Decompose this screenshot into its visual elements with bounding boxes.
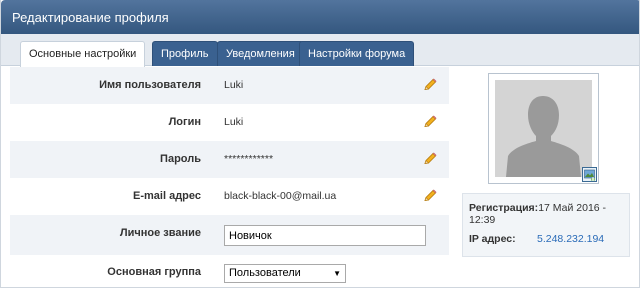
default-avatar-silhouette-icon bbox=[495, 80, 592, 177]
panel-title: Редактирование профиля bbox=[12, 10, 169, 25]
tab-profile[interactable]: Профиль bbox=[152, 41, 218, 66]
field-row-group: Основная группа Пользователи ▼ bbox=[10, 256, 449, 287]
field-label: E-mail адрес bbox=[133, 190, 201, 202]
tab-notifications[interactable]: Уведомления bbox=[217, 41, 304, 66]
tab-bar: Основные настройки Профиль Уведомления Н… bbox=[1, 34, 639, 67]
profile-editor-panel: Редактирование профиля Основные настройк… bbox=[0, 0, 640, 288]
field-row-rank: Личное звание bbox=[10, 215, 449, 255]
group-select[interactable]: Пользователи ▼ bbox=[224, 264, 346, 283]
avatar-frame bbox=[488, 73, 599, 184]
account-info-box: Регистрация:17 Май 2016 - 12:39 IP адрес… bbox=[462, 193, 630, 257]
field-label: Пароль bbox=[160, 153, 201, 165]
field-value: ************ bbox=[224, 153, 274, 165]
field-value: Luki bbox=[224, 79, 244, 91]
field-label: Основная группа bbox=[107, 266, 201, 278]
tab-main-settings[interactable]: Основные настройки bbox=[20, 41, 146, 67]
field-row-email: E-mail адрес black-black-00@mail.ua bbox=[10, 178, 449, 215]
pencil-icon[interactable] bbox=[422, 188, 438, 204]
field-row-login: Логин Luki bbox=[10, 104, 449, 141]
image-upload-icon[interactable] bbox=[582, 167, 597, 182]
pencil-icon[interactable] bbox=[422, 77, 438, 93]
pencil-icon[interactable] bbox=[422, 151, 438, 167]
avatar bbox=[495, 80, 592, 177]
field-label: Личное звание bbox=[119, 227, 201, 239]
rank-input[interactable] bbox=[224, 225, 426, 246]
field-value: black-black-00@mail.ua bbox=[224, 190, 337, 202]
pencil-icon[interactable] bbox=[422, 114, 438, 130]
registration-label: Регистрация: bbox=[469, 202, 539, 214]
panel-header: Редактирование профиля bbox=[1, 0, 639, 34]
ip-address-link[interactable]: 5.248.232.194 bbox=[537, 233, 604, 245]
field-value: Luki bbox=[224, 116, 244, 128]
field-label: Имя пользователя bbox=[99, 79, 201, 91]
triangle-down-icon: ▼ bbox=[333, 269, 341, 278]
field-row-username: Имя пользователя Luki bbox=[10, 67, 449, 104]
registration-info: Регистрация:17 Май 2016 - 12:39 bbox=[469, 202, 619, 226]
ip-label: IP адрес: bbox=[469, 233, 516, 245]
tab-forum-settings[interactable]: Настройки форума bbox=[299, 41, 415, 66]
field-label: Логин bbox=[168, 116, 201, 128]
group-select-value: Пользователи bbox=[229, 267, 301, 279]
field-row-password: Пароль ************ bbox=[10, 141, 449, 178]
